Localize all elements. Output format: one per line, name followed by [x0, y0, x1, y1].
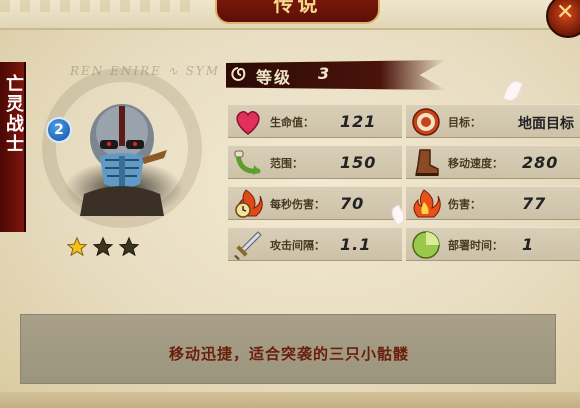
- unit-name: 亡灵战士: [3, 74, 24, 154]
- unit-name-banner: 亡灵战士: [0, 62, 26, 232]
- boot-icon: [415, 149, 439, 176]
- bottom-edge: [0, 392, 580, 408]
- stat-speed: 移动速度： 280: [406, 145, 580, 179]
- stat-label: 目标：: [448, 116, 481, 129]
- stat-value: 121: [340, 112, 377, 131]
- stat-deploy: 部署时间： 1: [406, 227, 580, 261]
- stat-label: 生命值：: [270, 116, 314, 129]
- star-rating: [66, 236, 146, 260]
- stat-label: 范围：: [270, 157, 303, 170]
- stat-interval: 攻击间隔： 1.1: [228, 227, 402, 261]
- swirl-icon: [231, 67, 246, 81]
- stat-dps: 每秒伤害： 70: [228, 186, 402, 220]
- heart-icon: [236, 111, 260, 135]
- unit-description: 移动迅捷，适合突袭的三只小骷髅: [168, 345, 409, 363]
- level-badge: 2: [46, 117, 72, 143]
- star-icon: [118, 236, 140, 257]
- description-box: 移动迅捷，适合突袭的三只小骷髅: [20, 314, 556, 384]
- rune-text: REN ENIRE ∿ SYM: [70, 64, 221, 78]
- star-icon: [92, 236, 114, 257]
- title-banner: 传说: [215, 0, 380, 24]
- stat-label: 部署时间：: [448, 239, 503, 252]
- stat-value: 150: [340, 153, 377, 172]
- star-icon: [66, 236, 88, 257]
- stat-target: 目标： 地面目标: [406, 104, 580, 138]
- grade-label: 等级: [256, 68, 293, 87]
- stat-label: 每秒伤害：: [270, 198, 325, 211]
- stat-value: 地面目标: [518, 116, 574, 132]
- stat-value: 1.1: [340, 235, 372, 254]
- petal-decoration: [502, 78, 524, 104]
- unit-info-panel: 传说 ✕ 亡灵战士 REN ENIRE ∿ SYM 2 等级 3 生命值： 12…: [0, 0, 580, 408]
- close-button[interactable]: ✕: [546, 0, 580, 38]
- deploy-icon: [412, 231, 440, 259]
- stat-value: 280: [522, 153, 559, 172]
- grade-value: 3: [318, 64, 330, 83]
- close-icon: ✕: [556, 0, 575, 25]
- arrow-range-icon: [234, 150, 261, 175]
- flame-clock-icon: [235, 189, 263, 218]
- stat-label: 移动速度：: [448, 157, 503, 170]
- stat-value: 70: [340, 194, 365, 213]
- flame-icon: [413, 189, 441, 218]
- stat-hp: 生命值： 121: [228, 104, 402, 138]
- sword-icon: [234, 231, 262, 260]
- unit-portrait: [80, 104, 167, 216]
- stat-label: 攻击间隔：: [270, 239, 325, 252]
- stat-label: 伤害：: [448, 198, 481, 211]
- border-pattern: [0, 0, 200, 12]
- stat-value: 77: [522, 194, 547, 213]
- stat-damage: 伤害： 77: [406, 186, 580, 220]
- stat-value: 1: [522, 235, 535, 254]
- target-icon: [412, 108, 440, 136]
- panel-title: 传说: [273, 0, 322, 16]
- stat-range: 范围： 150: [228, 145, 402, 179]
